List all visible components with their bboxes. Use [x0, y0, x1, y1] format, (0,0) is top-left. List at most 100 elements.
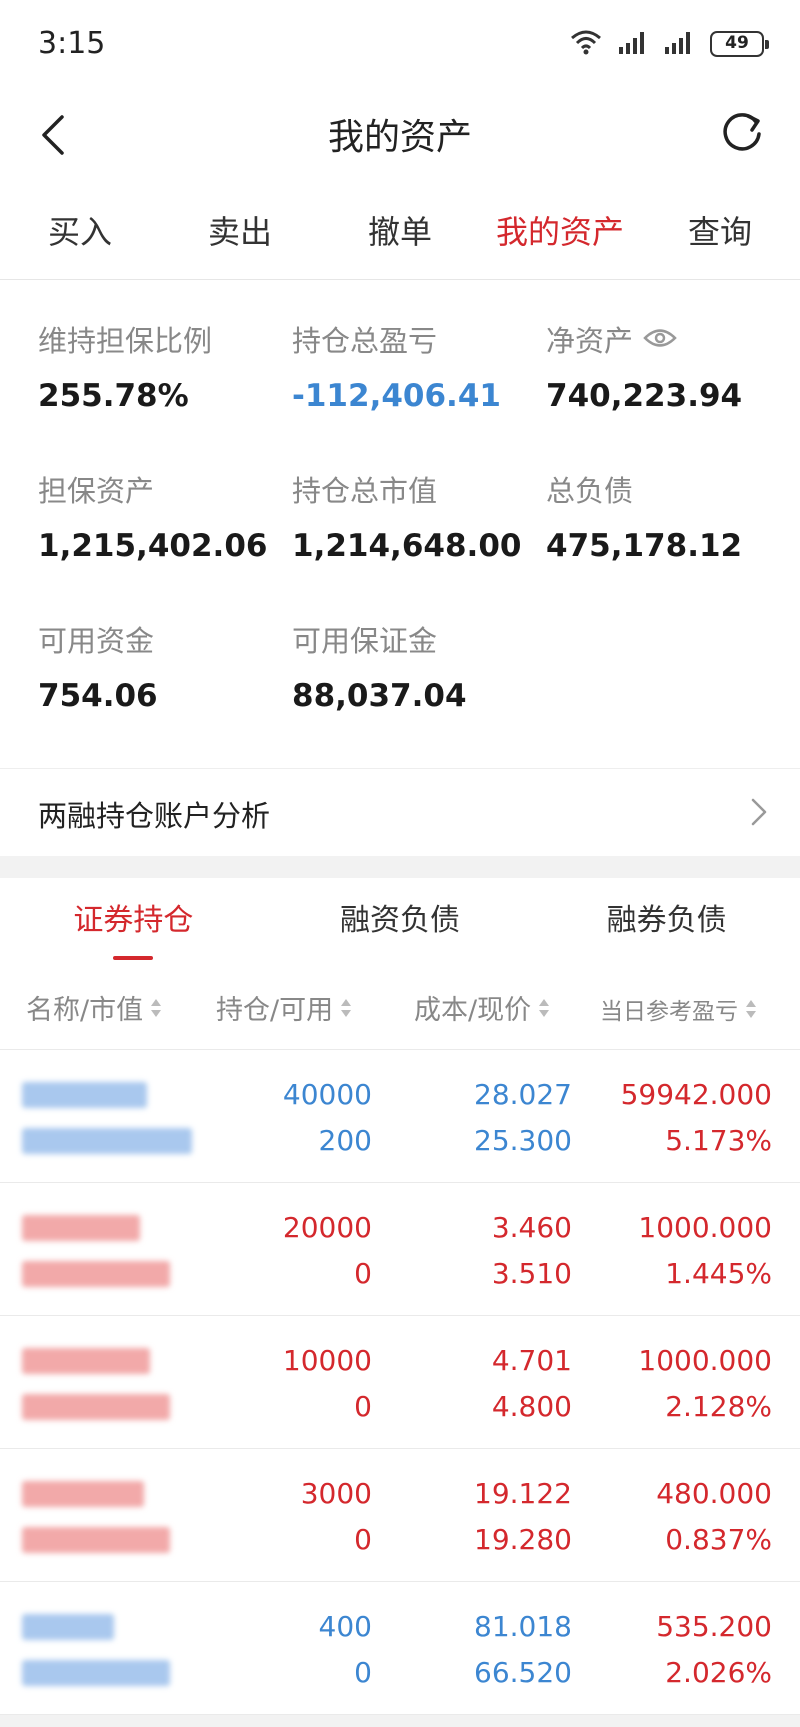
- table-row[interactable]: 20000 0 3.460 3.510 1000.000 1.445%: [0, 1183, 800, 1316]
- daily-pnl-pct: 5.173%: [665, 1124, 772, 1157]
- account-analysis-label: 两融持仓账户分析: [38, 799, 271, 833]
- nav-bar: 我的资产: [0, 90, 800, 180]
- sort-icon: [539, 998, 550, 1017]
- metric-total-market-value: 持仓总市值 1,214,648.00: [292, 468, 521, 564]
- metric-total-pnl: 持仓总盈亏 -112,406.41: [292, 318, 501, 414]
- sort-icon: [746, 1000, 756, 1018]
- daily-pnl-pct: 2.128%: [665, 1390, 772, 1423]
- tab-cancel-order[interactable]: 撤单: [320, 192, 480, 279]
- battery-icon: 49: [710, 31, 769, 57]
- metric-net-assets: 净资产 740,223.94: [546, 318, 742, 414]
- metric-value: 88,037.04: [292, 678, 467, 714]
- chevron-right-icon: [750, 797, 768, 831]
- stock-name-redacted: [22, 1082, 147, 1108]
- header-cost-price[interactable]: 成本/现价: [414, 988, 551, 1027]
- tab-securities-lending-debt[interactable]: 融券负债: [533, 878, 800, 964]
- metric-value: 255.78%: [38, 378, 189, 414]
- metric-label-row: 净资产: [546, 318, 742, 360]
- available-qty: 0: [354, 1523, 372, 1556]
- account-analysis-row[interactable]: 两融持仓账户分析: [0, 768, 800, 856]
- eye-icon[interactable]: [643, 322, 677, 356]
- metric-value: -112,406.41: [292, 378, 501, 414]
- metric-collateral-assets: 担保资产 1,215,402.06: [38, 468, 267, 564]
- daily-pnl: 1000.000: [638, 1211, 772, 1244]
- cost-price: 19.122: [474, 1477, 572, 1510]
- header-holding-available[interactable]: 持仓/可用: [216, 988, 353, 1027]
- holding-qty: 3000: [300, 1477, 372, 1510]
- asset-summary: 维持担保比例 255.78% 持仓总盈亏 -112,406.41 净资产 740…: [0, 282, 800, 768]
- refresh-button[interactable]: [714, 104, 770, 160]
- table-row[interactable]: 40000 200 28.027 25.300 59942.000 5.173%: [0, 1050, 800, 1183]
- daily-pnl-pct: 2.026%: [665, 1656, 772, 1689]
- metric-maintenance-ratio: 维持担保比例 255.78%: [38, 318, 212, 414]
- daily-pnl-pct: 1.445%: [665, 1257, 772, 1290]
- daily-pnl: 1000.000: [638, 1344, 772, 1377]
- signal-icon: [618, 29, 650, 59]
- metric-label: 可用资金: [38, 624, 155, 658]
- status-bar: 3:15 49: [0, 0, 800, 90]
- market-value-redacted: [22, 1660, 170, 1686]
- header-label: 成本/现价: [414, 995, 532, 1026]
- market-value-redacted: [22, 1527, 170, 1553]
- tab-my-assets[interactable]: 我的资产: [480, 192, 640, 279]
- metric-label: 维持担保比例: [38, 324, 213, 358]
- metric-label: 持仓总盈亏: [292, 324, 438, 358]
- cost-price: 81.018: [474, 1610, 572, 1643]
- cost-price: 4.701: [491, 1344, 572, 1377]
- current-price: 66.520: [474, 1656, 572, 1689]
- current-price: 25.300: [474, 1124, 572, 1157]
- market-value-redacted: [22, 1394, 170, 1420]
- table-row[interactable]: 3000 0 19.122 19.280 480.000 0.837%: [0, 1449, 800, 1582]
- stock-name-redacted: [22, 1614, 114, 1640]
- current-price: 19.280: [474, 1523, 572, 1556]
- metric-value: 1,214,648.00: [292, 528, 522, 564]
- holding-qty: 20000: [282, 1211, 372, 1244]
- sort-icon: [151, 998, 162, 1017]
- metric-value: 1,215,402.06: [38, 528, 268, 564]
- table-row[interactable]: 400 0 81.018 66.520 535.200 2.026%: [0, 1582, 800, 1715]
- section-divider: [0, 856, 800, 878]
- current-price: 4.800: [491, 1390, 572, 1423]
- metric-label: 持仓总市值: [292, 474, 438, 508]
- available-qty: 0: [354, 1656, 372, 1689]
- header-label: 名称/市值: [26, 995, 144, 1026]
- daily-pnl: 480.000: [656, 1477, 772, 1510]
- tab-securities-holdings[interactable]: 证券持仓: [0, 878, 267, 964]
- status-icons: 49: [568, 28, 769, 60]
- metric-value: 740,223.94: [546, 378, 743, 414]
- metric-label: 净资产: [546, 324, 634, 358]
- daily-pnl: 535.200: [656, 1610, 772, 1643]
- signal-icon-2: [664, 29, 696, 59]
- holdings-table-header: 名称/市值 持仓/可用 成本/现价 当日参考盈亏: [0, 964, 800, 1050]
- stock-name-redacted: [22, 1481, 144, 1507]
- available-qty: 200: [318, 1124, 372, 1157]
- metric-total-liabilities: 总负债 475,178.12: [546, 468, 742, 564]
- position-tabs: 证券持仓 融资负债 融券负债: [0, 878, 800, 964]
- tab-margin-financing-debt[interactable]: 融资负债: [267, 878, 534, 964]
- tab-sell[interactable]: 卖出: [160, 192, 320, 279]
- header-daily-pnl[interactable]: 当日参考盈亏: [600, 992, 758, 1026]
- bottom-divider: [0, 1715, 800, 1727]
- metric-available-funds: 可用资金 754.06: [38, 618, 158, 714]
- tab-buy[interactable]: 买入: [0, 192, 160, 279]
- stock-name-redacted: [22, 1215, 140, 1241]
- metric-label: 可用保证金: [292, 624, 438, 658]
- metric-available-margin: 可用保证金 88,037.04: [292, 618, 467, 714]
- daily-pnl: 59942.000: [620, 1078, 772, 1111]
- metric-label: 总负债: [546, 474, 634, 508]
- holdings-table: 40000 200 28.027 25.300 59942.000 5.173%…: [0, 1050, 800, 1715]
- metric-value: 475,178.12: [546, 528, 743, 564]
- holding-qty: 400: [318, 1610, 372, 1643]
- table-row[interactable]: 10000 0 4.701 4.800 1000.000 2.128%: [0, 1316, 800, 1449]
- holding-qty: 10000: [282, 1344, 372, 1377]
- current-price: 3.510: [491, 1257, 572, 1290]
- page-title: 我的资产: [327, 117, 472, 158]
- metric-label: 担保资产: [38, 474, 155, 508]
- available-qty: 0: [354, 1390, 372, 1423]
- header-label: 持仓/可用: [216, 995, 334, 1026]
- refresh-icon: [723, 113, 761, 151]
- stock-name-redacted: [22, 1348, 150, 1374]
- daily-pnl-pct: 0.837%: [665, 1523, 772, 1556]
- tab-query[interactable]: 查询: [640, 192, 800, 279]
- header-name-market-value[interactable]: 名称/市值: [26, 988, 163, 1027]
